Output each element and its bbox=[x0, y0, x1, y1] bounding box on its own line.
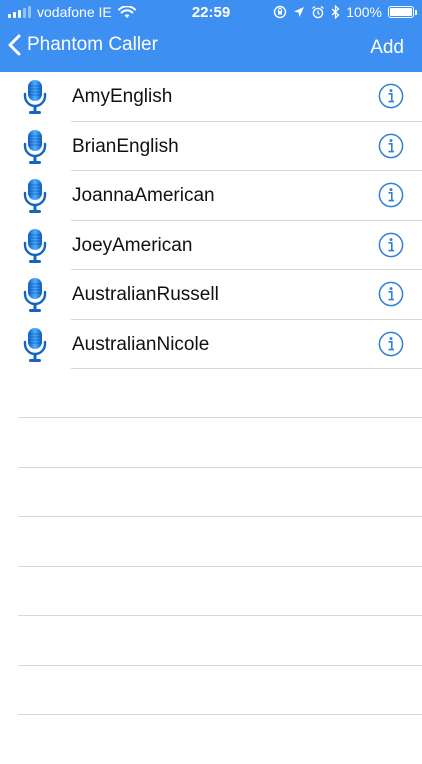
info-icon[interactable] bbox=[378, 83, 404, 109]
row-separator bbox=[71, 368, 422, 369]
add-button[interactable]: Add bbox=[370, 37, 404, 59]
separator bbox=[18, 466, 422, 468]
microphone-icon bbox=[22, 228, 48, 264]
voice-row[interactable]: JoeyAmerican bbox=[0, 221, 422, 270]
info-icon[interactable] bbox=[378, 182, 404, 208]
navigation-bar: Phantom Caller Add bbox=[0, 26, 422, 70]
chevron-left-icon bbox=[8, 34, 21, 56]
back-button-label: Phantom Caller bbox=[27, 34, 158, 55]
separator bbox=[18, 615, 422, 616]
separator bbox=[18, 516, 422, 517]
info-icon[interactable] bbox=[378, 281, 404, 307]
info-icon[interactable] bbox=[378, 331, 404, 357]
app-header: vodafone IE 22:59 100% Phantom Caller Ad… bbox=[0, 0, 422, 72]
location-icon bbox=[294, 7, 305, 17]
voice-row[interactable]: AustralianNicole bbox=[0, 320, 422, 369]
screen-lock-icon bbox=[273, 5, 287, 19]
separator bbox=[18, 664, 422, 666]
voice-name: JoannaAmerican bbox=[72, 185, 215, 206]
voice-name: JoeyAmerican bbox=[72, 234, 193, 256]
microphone-icon bbox=[22, 178, 48, 214]
voice-row[interactable]: AmyEnglish bbox=[0, 72, 422, 122]
battery-percent: 100% bbox=[346, 4, 382, 20]
separator bbox=[18, 565, 422, 567]
info-icon[interactable] bbox=[378, 232, 404, 258]
empty-table-separators bbox=[18, 417, 422, 764]
bluetooth-icon bbox=[331, 5, 340, 19]
info-icon[interactable] bbox=[378, 133, 404, 159]
battery-icon bbox=[388, 6, 417, 18]
voice-row[interactable]: BrianEnglish bbox=[0, 122, 422, 171]
voice-name: AustralianNicole bbox=[72, 333, 210, 355]
voice-name: BrianEnglish bbox=[72, 135, 179, 157]
microphone-icon bbox=[22, 277, 48, 313]
status-right: 100% bbox=[273, 4, 417, 20]
voice-row[interactable]: AustralianRussell bbox=[0, 270, 422, 320]
status-bar: vodafone IE 22:59 100% bbox=[0, 0, 422, 24]
back-button[interactable]: Phantom Caller bbox=[8, 34, 158, 56]
voice-name: AustralianRussell bbox=[72, 284, 219, 305]
voice-name: AmyEnglish bbox=[72, 86, 173, 107]
alarm-icon bbox=[312, 5, 325, 19]
microphone-icon bbox=[22, 79, 48, 115]
voice-row[interactable]: JoannaAmerican bbox=[0, 171, 422, 221]
microphone-icon bbox=[22, 327, 48, 363]
separator bbox=[18, 714, 422, 715]
separator bbox=[18, 417, 422, 418]
voice-list: AmyEnglish BrianEnglish JoannaAmerican Joey… bbox=[0, 72, 422, 369]
microphone-icon bbox=[22, 129, 48, 165]
